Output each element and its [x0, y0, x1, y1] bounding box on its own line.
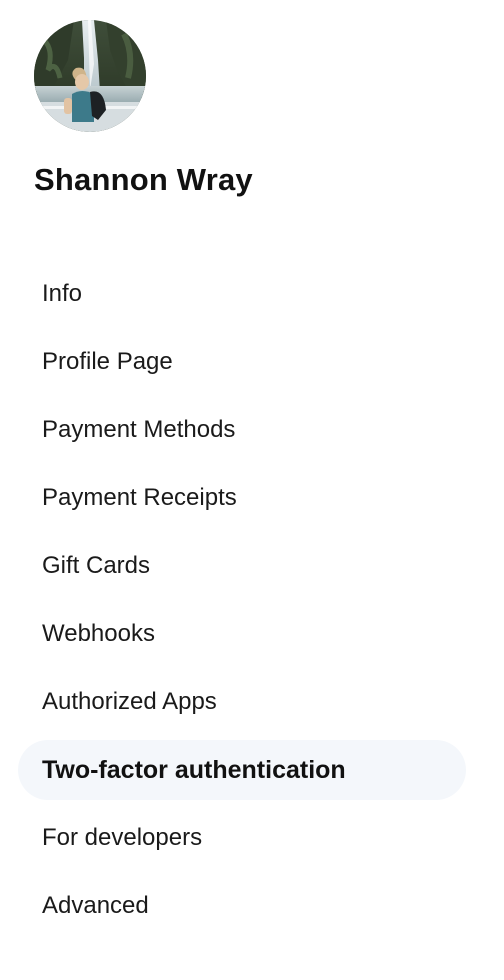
- avatar-photo: [34, 20, 146, 132]
- nav-item-info[interactable]: Info: [18, 264, 466, 324]
- nav-item-label: Payment Receipts: [42, 484, 237, 511]
- nav-item-label: Payment Methods: [42, 416, 236, 443]
- nav-item-for-developers[interactable]: For developers: [18, 808, 466, 868]
- nav-item-label: Authorized Apps: [42, 688, 217, 715]
- nav-item-label: Advanced: [42, 892, 149, 919]
- user-name: Shannon Wray: [34, 162, 253, 197]
- account-sidebar: Shannon Wray Info Profile Page Payment M…: [0, 0, 504, 980]
- nav-item-authorized-apps[interactable]: Authorized Apps: [18, 672, 466, 732]
- nav-item-label: Info: [42, 280, 83, 307]
- settings-nav: Info Profile Page Payment Methods Paymen…: [18, 264, 466, 944]
- nav-item-profile-page[interactable]: Profile Page: [18, 332, 466, 392]
- nav-item-payment-methods[interactable]: Payment Methods: [18, 400, 466, 460]
- nav-item-two-factor-authentication[interactable]: Two-factor authentication: [18, 740, 466, 800]
- nav-item-advanced[interactable]: Advanced: [18, 876, 466, 936]
- nav-item-payment-receipts[interactable]: Payment Receipts: [18, 468, 466, 528]
- nav-item-label: Gift Cards: [42, 552, 151, 579]
- nav-item-label: For developers: [42, 824, 203, 851]
- nav-item-label: Profile Page: [42, 348, 173, 375]
- nav-item-label: Two-factor authentication: [42, 756, 346, 784]
- avatar[interactable]: [34, 20, 146, 132]
- nav-item-label: Webhooks: [42, 620, 155, 647]
- nav-item-webhooks[interactable]: Webhooks: [18, 604, 466, 664]
- nav-item-gift-cards[interactable]: Gift Cards: [18, 536, 466, 596]
